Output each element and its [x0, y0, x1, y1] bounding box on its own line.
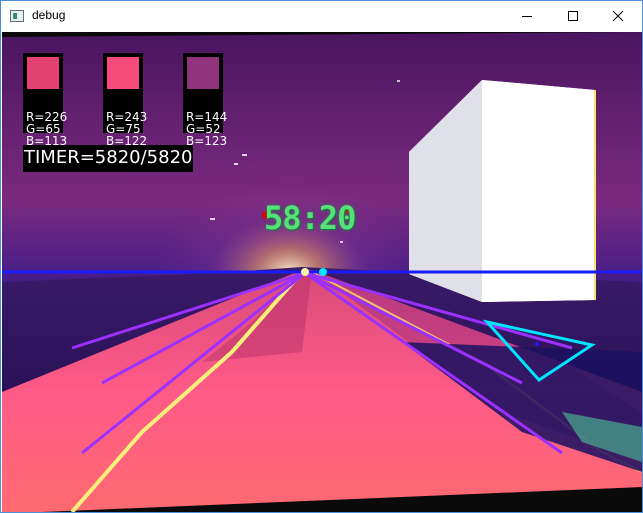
- game-canvas[interactable]: R=226 G=65 B=113 R=243 G=75 B=122 R=144 …: [2, 32, 642, 512]
- minimize-button[interactable]: [504, 1, 550, 31]
- swatch-color-1: [27, 57, 59, 89]
- maximize-button[interactable]: [550, 1, 596, 31]
- color-swatch-3: R=144 G=52 B=123: [183, 53, 227, 147]
- color-swatch-1: R=226 G=65 B=113: [23, 53, 67, 147]
- close-button[interactable]: [595, 1, 641, 31]
- timer-readout: TIMER=5820/5820: [23, 145, 193, 172]
- close-icon: [612, 10, 624, 22]
- game-clock: 58:20: [264, 199, 356, 237]
- swatch-color-3: [187, 57, 219, 89]
- window-title: debug: [32, 8, 66, 22]
- title-bar[interactable]: debug: [1, 1, 642, 31]
- swatch-color-2: [107, 57, 139, 89]
- maximize-icon: [568, 11, 578, 21]
- timer-text: TIMER=5820/5820: [24, 147, 193, 168]
- app-icon: [10, 10, 24, 22]
- minimize-icon: [522, 16, 532, 17]
- color-swatch-2: R=243 G=75 B=122: [103, 53, 147, 147]
- debug-window: debug R=226 G=65 B=113 R=243 G=75 B=122 …: [0, 0, 643, 513]
- scene-render: [2, 32, 642, 512]
